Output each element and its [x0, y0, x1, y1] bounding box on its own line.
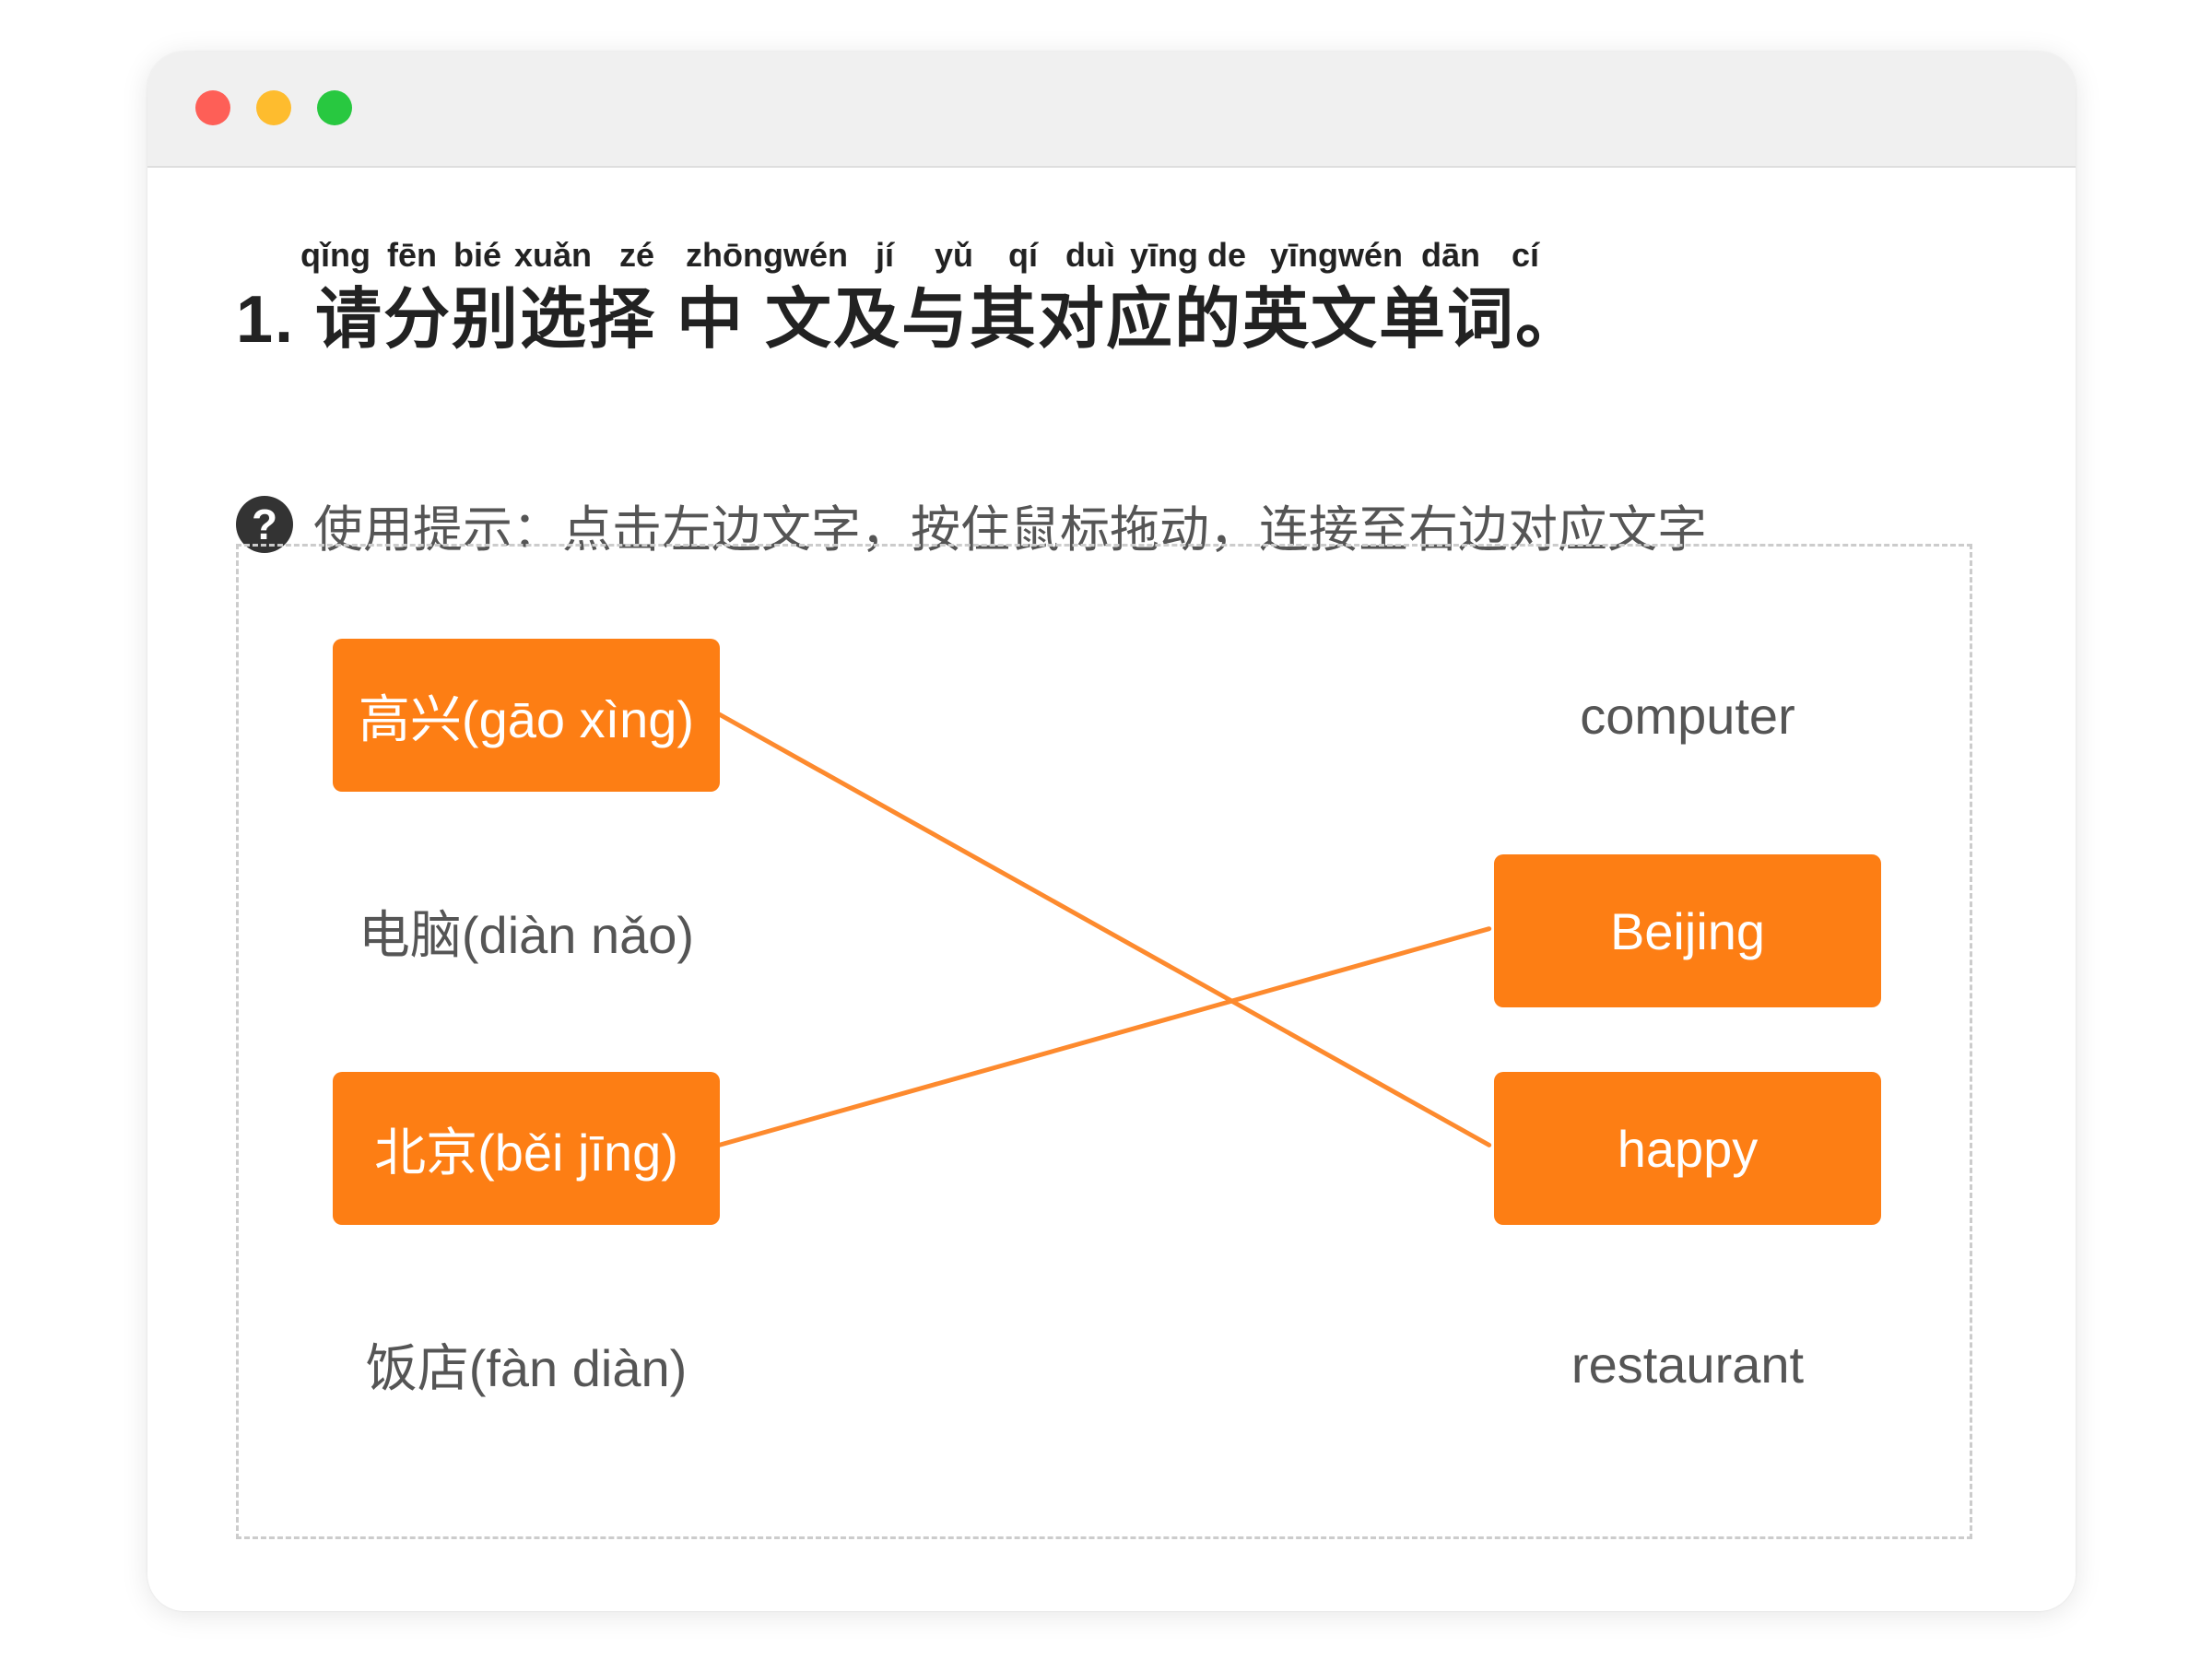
left-item-beijing[interactable]: 北京(běi jīng) [333, 1072, 720, 1225]
right-item-happy[interactable]: happy [1494, 1072, 1881, 1225]
pinyin-syllable: dān [1421, 236, 1481, 274]
left-item-fandian[interactable]: 饭店(fàn diàn) [333, 1288, 720, 1441]
right-item-beijing[interactable]: Beijing [1494, 854, 1881, 1007]
question-title: 1. 请分别选择 中 文及与其对应的英文单词。 [236, 283, 1584, 357]
pinyin-syllable: jí [876, 236, 895, 274]
pinyin-syllable: yǔ [935, 236, 974, 274]
pinyin-syllable: qí [1008, 236, 1038, 274]
pinyin-syllable: zhōngwén [686, 236, 848, 274]
pinyin-syllable: xuǎn [514, 236, 593, 274]
left-item-gaoxing[interactable]: 高兴(gāo xìng) [333, 639, 720, 792]
matching-board: 高兴(gāo xìng) 电脑(diàn nǎo) 北京(běi jīng) 饭… [236, 544, 1972, 1539]
window-minimize-button[interactable] [256, 90, 291, 125]
pinyin-syllable: duì [1065, 236, 1115, 274]
connection-line [716, 712, 1492, 1147]
window-close-button[interactable] [195, 90, 230, 125]
window-titlebar [147, 52, 2076, 168]
left-item-diannao[interactable]: 电脑(diàn nǎo) [333, 854, 720, 1007]
pinyin-syllable: cí [1512, 236, 1540, 274]
connection-line [716, 926, 1492, 1147]
right-item-restaurant[interactable]: restaurant [1494, 1288, 1881, 1441]
right-item-computer[interactable]: computer [1494, 639, 1881, 792]
app-window: qǐng fēn bié xuǎn zé zhōngwén jí yǔ qí d… [147, 52, 2076, 1611]
pinyin-syllable: de [1207, 236, 1247, 274]
pinyin-syllable: yīngwén [1270, 236, 1404, 274]
pinyin-syllable: zé [619, 236, 655, 274]
window-maximize-button[interactable] [317, 90, 352, 125]
pinyin-syllable: yīng [1130, 236, 1199, 274]
pinyin-syllable: bié [453, 236, 502, 274]
pinyin-syllable: fēn [387, 236, 437, 274]
pinyin-syllable: qǐng [300, 236, 371, 274]
pinyin-annotation: qǐng fēn bié xuǎn zé zhōngwén jí yǔ qí d… [236, 232, 1803, 278]
